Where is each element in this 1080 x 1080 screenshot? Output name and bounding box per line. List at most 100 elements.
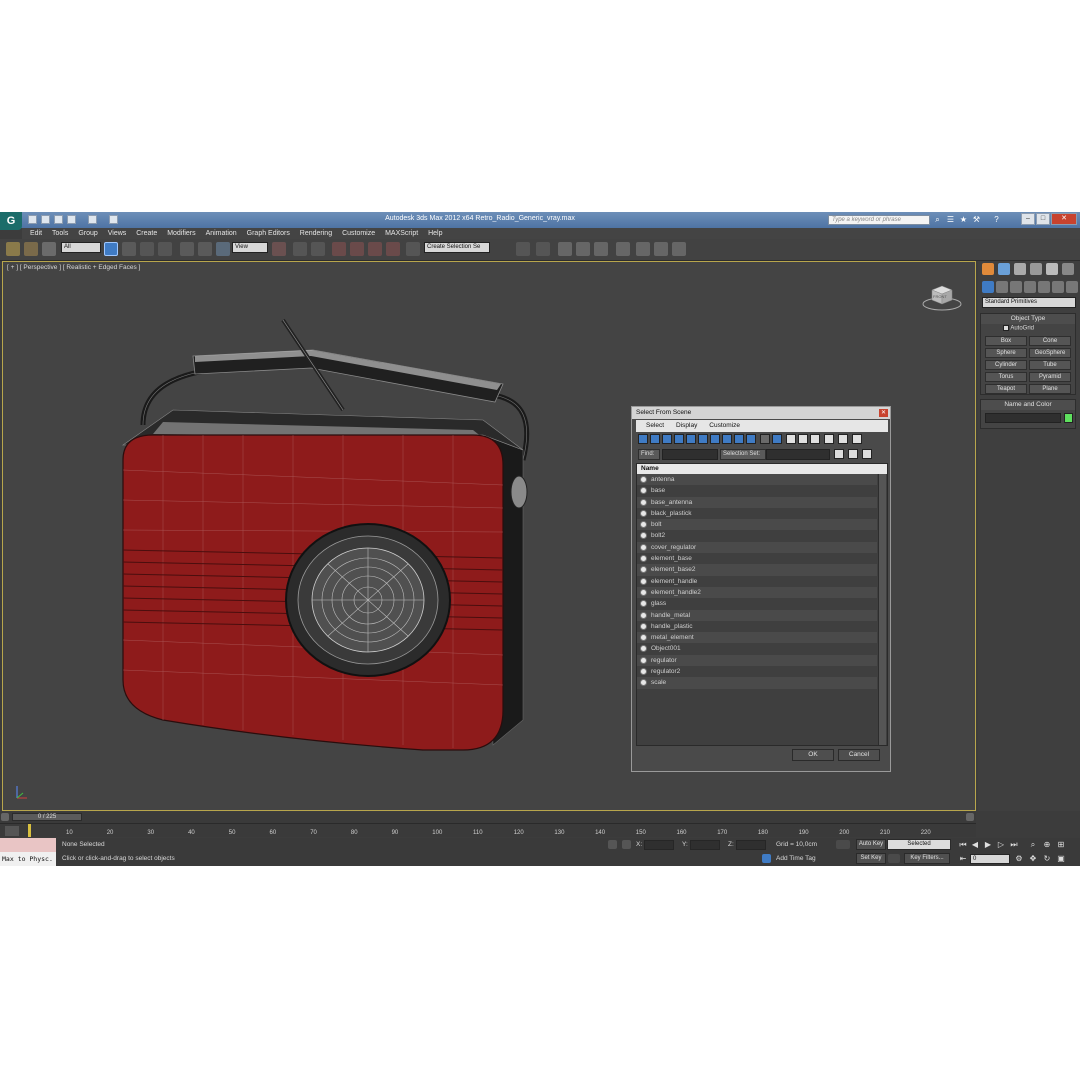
subscription-icon[interactable]: ⚒ <box>972 215 981 224</box>
display-groups-icon[interactable] <box>710 434 720 444</box>
spinner-snap-icon[interactable] <box>386 242 400 256</box>
zoom-all-icon[interactable]: ⊕ <box>1042 840 1052 850</box>
list-item[interactable]: element_base <box>637 553 877 565</box>
list-item[interactable]: Object001 <box>637 643 877 655</box>
ok-button[interactable]: OK <box>792 749 834 761</box>
cancel-button[interactable]: Cancel <box>838 749 880 761</box>
create-set-icon[interactable] <box>834 449 844 459</box>
torus-button[interactable]: Torus <box>985 372 1027 382</box>
display-lights-icon[interactable] <box>662 434 672 444</box>
select-rotate-icon[interactable] <box>198 242 212 256</box>
select-object-icon[interactable] <box>104 242 118 256</box>
menu-animation[interactable]: Animation <box>206 228 237 239</box>
helpers-category-icon[interactable] <box>1038 281 1050 293</box>
mirror-icon[interactable] <box>516 242 530 256</box>
viewcube-icon[interactable]: FRONT <box>921 282 963 312</box>
list-item[interactable]: regulator2 <box>637 666 877 678</box>
sphere-button[interactable]: Sphere <box>985 348 1027 358</box>
y-coordinate-field[interactable] <box>690 840 720 850</box>
percent-snap-icon[interactable] <box>368 242 382 256</box>
curve-editor-mini-icon[interactable] <box>5 826 19 836</box>
absolute-mode-icon[interactable] <box>622 840 631 849</box>
add-time-tag[interactable]: Add Time Tag <box>776 855 816 862</box>
search-icon[interactable]: ⌕ <box>933 215 942 224</box>
select-scale-icon[interactable] <box>216 242 230 256</box>
select-all-icon[interactable] <box>786 434 796 444</box>
minimize-button[interactable]: – <box>1021 213 1035 225</box>
next-frame-arrow-icon[interactable] <box>966 813 974 821</box>
prev-frame-arrow-icon[interactable] <box>1 813 9 821</box>
box-button[interactable]: Box <box>985 336 1027 346</box>
keyboard-shortcut-icon[interactable] <box>311 242 325 256</box>
curve-editor-icon[interactable] <box>594 242 608 256</box>
rendered-frame-window-icon[interactable] <box>654 242 668 256</box>
list-item[interactable]: glass <box>637 598 877 610</box>
select-by-name-icon[interactable] <box>122 242 136 256</box>
menu-customize[interactable]: Customize <box>342 228 375 239</box>
list-item[interactable]: bolt <box>637 519 877 531</box>
set-key-button[interactable]: Set Key <box>856 853 886 864</box>
motion-tab-icon[interactable] <box>1030 263 1042 275</box>
spacewarps-category-icon[interactable] <box>1052 281 1064 293</box>
utilities-tab-icon[interactable] <box>1062 263 1074 275</box>
list-item[interactable]: handle_metal <box>637 609 877 621</box>
object-name-input[interactable] <box>985 413 1061 423</box>
current-frame-field[interactable]: 0 <box>970 854 1010 864</box>
name-column-header[interactable]: Name <box>637 464 887 474</box>
display-frozen-icon[interactable] <box>760 434 770 444</box>
plane-button[interactable]: Plane <box>1029 384 1071 394</box>
search-input[interactable]: Type a keyword or phrase <box>828 215 930 225</box>
display-geometry-icon[interactable] <box>638 434 648 444</box>
material-editor-icon[interactable] <box>616 242 630 256</box>
list-scrollbar[interactable] <box>878 474 886 745</box>
previous-frame-icon[interactable]: ◀ <box>970 840 980 850</box>
time-tag-icon[interactable] <box>762 854 771 863</box>
menu-create[interactable]: Create <box>136 228 157 239</box>
list-item[interactable]: handle_plastic <box>637 620 877 633</box>
cylinder-button[interactable]: Cylinder <box>985 360 1027 370</box>
display-tab-icon[interactable] <box>1046 263 1058 275</box>
go-to-start-icon[interactable]: ⏮ <box>958 840 968 850</box>
graphite-ribbon-icon[interactable] <box>576 242 590 256</box>
go-to-end-icon[interactable]: ⏭ <box>1009 840 1019 850</box>
display-cameras-icon[interactable] <box>674 434 684 444</box>
list-item[interactable]: base <box>637 485 877 497</box>
menu-maxscript[interactable]: MAXScript <box>385 228 418 239</box>
selection-set-dropdown[interactable] <box>766 449 830 460</box>
key-mode-toggle-icon[interactable]: ⇤ <box>958 854 968 864</box>
hierarchy-tab-icon[interactable] <box>1014 263 1026 275</box>
unlink-icon[interactable] <box>24 242 38 256</box>
modify-tab-icon[interactable] <box>998 263 1010 275</box>
pivot-center-icon[interactable] <box>272 242 286 256</box>
name-color-title[interactable]: Name and Color <box>981 400 1075 410</box>
list-item[interactable]: antenna <box>637 474 877 486</box>
autogrid-checkbox-box[interactable] <box>1003 325 1009 331</box>
track-bar[interactable]: 10 20 30 40 50 60 70 80 90 100 110 120 130 140 150 160 1… <box>0 823 976 837</box>
key-filters-button[interactable]: Key Filters... <box>904 853 950 864</box>
select-invert-icon[interactable] <box>810 434 820 444</box>
auto-key-button[interactable]: Auto Key <box>856 839 886 850</box>
list-item[interactable]: metal_element <box>637 632 877 644</box>
maxscript-listener-field[interactable] <box>0 838 56 852</box>
edit-named-selection-icon[interactable] <box>406 242 420 256</box>
reference-coordinate-dropdown[interactable]: View <box>232 242 268 253</box>
time-marker[interactable] <box>28 824 31 837</box>
list-item[interactable]: element_handle2 <box>637 586 877 599</box>
autogrid-checkbox[interactable]: AutoGrid <box>1003 325 1034 332</box>
communication-center-icon[interactable]: ☰ <box>946 215 955 224</box>
next-frame-icon[interactable]: ▷ <box>996 840 1006 850</box>
dialog-menu-customize[interactable]: Customize <box>709 420 740 432</box>
maximize-viewport-icon[interactable]: ▣ <box>1056 854 1066 864</box>
create-tab-icon[interactable] <box>982 263 994 275</box>
display-xrefs-icon[interactable] <box>722 434 732 444</box>
geometry-category-icon[interactable] <box>982 281 994 293</box>
menu-help[interactable]: Help <box>428 228 442 239</box>
geosphere-button[interactable]: GeoSphere <box>1029 348 1071 358</box>
key-mode-dropdown[interactable]: Selected <box>887 839 951 850</box>
perspective-viewport[interactable]: [ + ] [ Perspective ] [ Realistic + Edge… <box>2 261 976 811</box>
maximize-button[interactable]: □ <box>1036 213 1050 225</box>
list-item[interactable]: element_base2 <box>637 564 877 576</box>
menu-graph-editors[interactable]: Graph Editors <box>247 228 290 239</box>
rectangular-selection-icon[interactable] <box>140 242 154 256</box>
list-item[interactable]: black_plastick <box>637 507 877 520</box>
